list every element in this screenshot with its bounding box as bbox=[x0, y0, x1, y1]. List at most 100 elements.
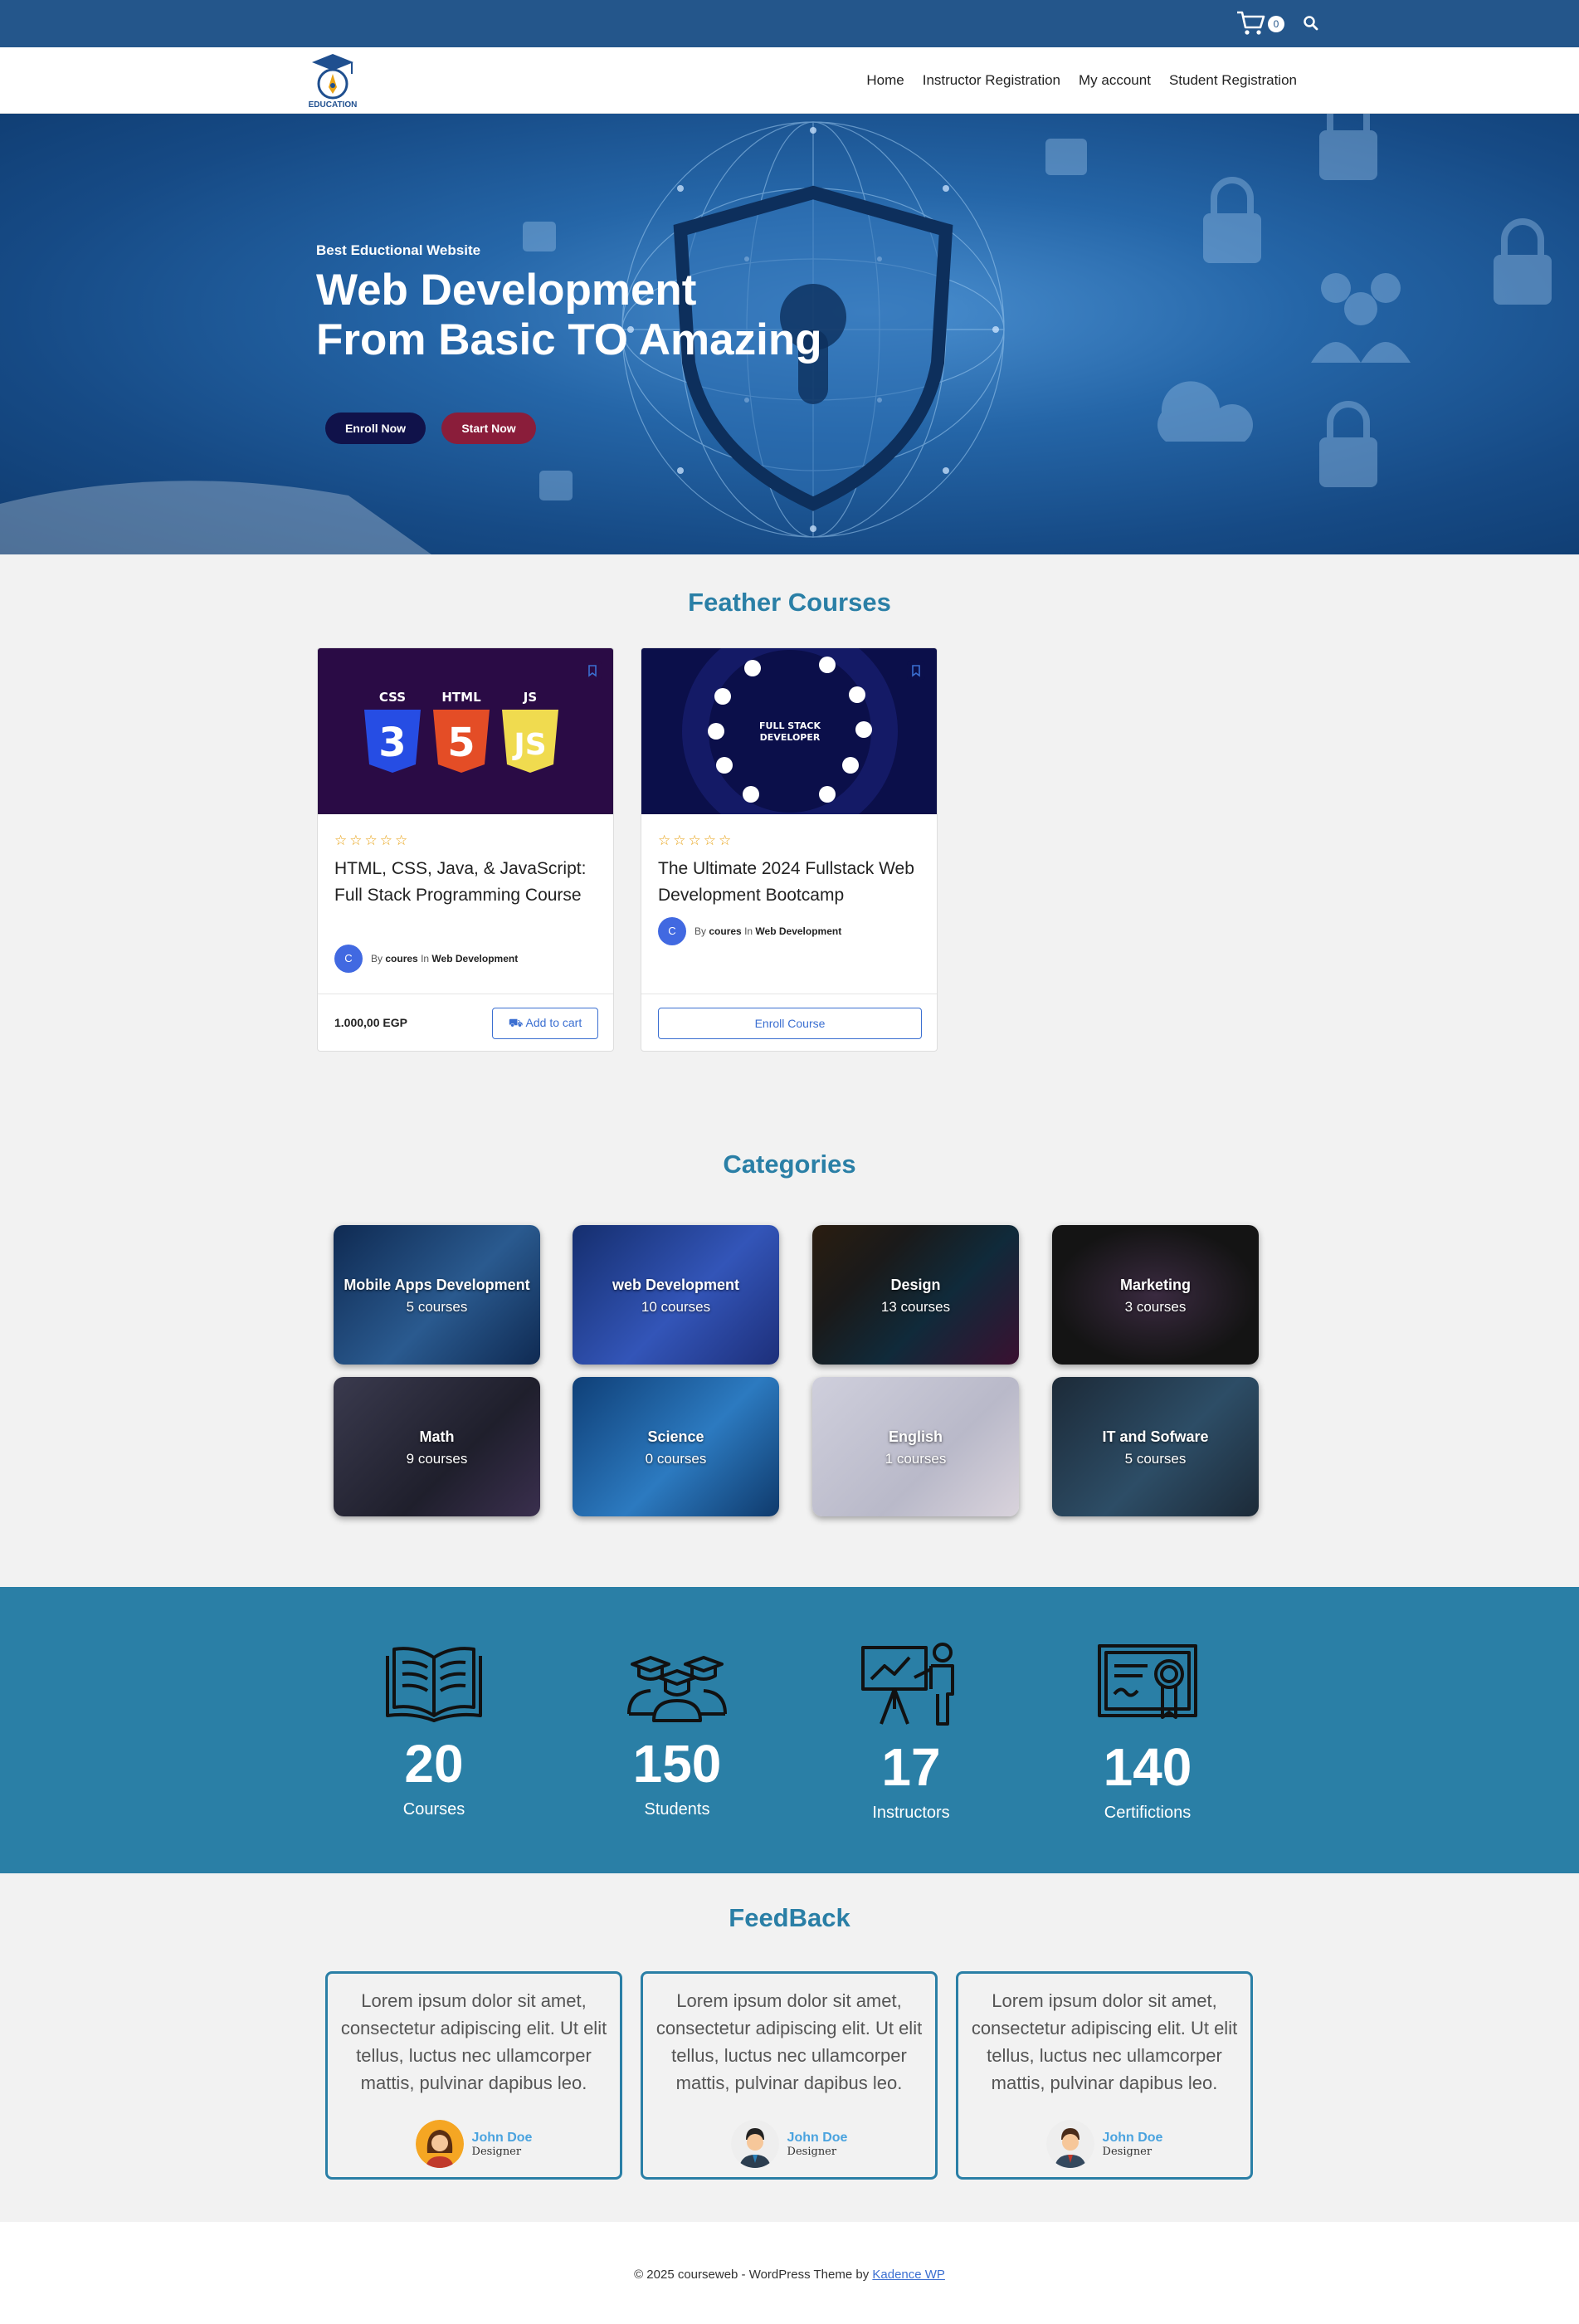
js-label: JS bbox=[523, 690, 537, 705]
category-card-science[interactable]: Science 0 courses bbox=[573, 1377, 779, 1516]
certificate-icon bbox=[1098, 1644, 1197, 1719]
category-count: 13 courses bbox=[880, 1299, 951, 1315]
feedback-section-title: FeedBack bbox=[729, 1903, 850, 1932]
reviewer-name: John Doe bbox=[471, 2130, 533, 2145]
students-icon bbox=[627, 1656, 727, 1722]
courses-section-title: Feather Courses bbox=[688, 588, 891, 617]
category-count: 10 courses bbox=[641, 1299, 711, 1315]
card-footer: 1.000,00 EGP ⛟ Add to cart bbox=[318, 994, 613, 1051]
course-thumbnail[interactable]: FULL STACK DEVELOPER bbox=[641, 648, 938, 814]
course-category-link[interactable]: Web Development bbox=[755, 925, 841, 937]
svg-text:JS: JS bbox=[511, 728, 546, 762]
category-card-math[interactable]: Math 9 courses bbox=[334, 1377, 540, 1516]
site-header: EDUCATION Home Instructor Registration M… bbox=[0, 47, 1579, 114]
feedback-text: Lorem ipsum dolor sit amet, consectetur … bbox=[971, 1990, 1238, 2093]
author-line: By coures In Web Development bbox=[371, 953, 519, 964]
feedback-card: Lorem ipsum dolor sit amet, consectetur … bbox=[641, 1971, 938, 2180]
feedback-text: Lorem ipsum dolor sit amet, consectetur … bbox=[340, 1990, 607, 2093]
css-label: CSS bbox=[379, 690, 406, 705]
footer-text: © 2025 courseweb - WordPress Theme by Ka… bbox=[634, 2268, 945, 2282]
course-author: C By coures In Web Development bbox=[334, 945, 518, 973]
feedback-person: John Doe Designer bbox=[328, 2120, 620, 2168]
category-card-it-software[interactable]: IT and Sofware 5 courses bbox=[1052, 1377, 1259, 1516]
category-card-design[interactable]: Design 13 courses bbox=[812, 1225, 1019, 1365]
feedback-card: Lorem ipsum dolor sit amet, consectetur … bbox=[325, 1971, 622, 2180]
category-count: 0 courses bbox=[645, 1451, 707, 1467]
graduation-logo-icon bbox=[312, 54, 353, 100]
stats-section: 20 Courses 150 Students 17 Instructors 1… bbox=[0, 1587, 1579, 1873]
stat-students: 150 Students bbox=[594, 1641, 760, 1819]
enroll-course-button[interactable]: Enroll Course bbox=[658, 1008, 922, 1039]
top-bar: 0 bbox=[0, 0, 1579, 47]
category-name: Science bbox=[647, 1428, 704, 1445]
author-name[interactable]: coures bbox=[385, 953, 417, 964]
rating-stars: ☆☆☆☆☆ bbox=[334, 832, 411, 848]
avatar bbox=[730, 2120, 779, 2168]
book-icon bbox=[386, 1647, 482, 1722]
category-count: 5 courses bbox=[1124, 1451, 1187, 1467]
reviewer-role: Designer bbox=[471, 2145, 522, 2158]
categories-section-title: Categories bbox=[723, 1150, 856, 1179]
avatar: C bbox=[334, 945, 363, 973]
site-footer: © 2025 courseweb - WordPress Theme by Ka… bbox=[0, 2222, 1579, 2324]
add-to-cart-button[interactable]: ⛟ Add to cart bbox=[492, 1008, 598, 1039]
feedback-text: Lorem ipsum dolor sit amet, consectetur … bbox=[655, 1990, 923, 2093]
category-name: IT and Sofware bbox=[1102, 1428, 1209, 1445]
enroll-now-button[interactable]: Enroll Now bbox=[325, 413, 426, 444]
thumb-label-1: FULL STACK bbox=[759, 720, 821, 731]
nav-home[interactable]: Home bbox=[866, 72, 904, 89]
course-thumbnail[interactable]: CSS HTML JS 3 5 JS bbox=[318, 648, 614, 814]
reviewer-role: Designer bbox=[1102, 2145, 1153, 2158]
hero-subtitle: Best Eductional Website bbox=[316, 242, 481, 258]
course-category-link[interactable]: Web Development bbox=[431, 953, 518, 964]
cart-button[interactable]: 0 bbox=[1236, 10, 1288, 37]
category-card-marketing[interactable]: Marketing 3 courses bbox=[1052, 1225, 1259, 1365]
category-name: English bbox=[888, 1428, 943, 1445]
stat-courses: 20 Courses bbox=[351, 1641, 517, 1819]
nav-my-account[interactable]: My account bbox=[1079, 72, 1151, 89]
course-title[interactable]: HTML, CSS, Java, & JavaScript: Full Stac… bbox=[334, 856, 600, 909]
rating-stars: ☆☆☆☆☆ bbox=[658, 832, 734, 848]
avatar: C bbox=[658, 917, 686, 945]
course-price: 1.000,00 EGP bbox=[334, 1016, 407, 1029]
course-card[interactable]: FULL STACK DEVELOPER ☆☆☆☆☆ The Ultimate … bbox=[641, 647, 938, 1052]
bookmark-icon[interactable] bbox=[907, 662, 925, 680]
feedback-person: John Doe Designer bbox=[643, 2120, 935, 2168]
bookmark-icon[interactable] bbox=[583, 662, 602, 680]
stat-certifications: 140 Certifictions bbox=[1065, 1641, 1231, 1823]
hero-title: Web Development From Basic TO Amazing bbox=[316, 266, 1063, 365]
category-count: 3 courses bbox=[1124, 1299, 1187, 1315]
stat-number: 140 bbox=[1103, 1737, 1192, 1797]
svg-text:3: 3 bbox=[378, 720, 406, 766]
hero-banner: Best Eductional Website Web Development … bbox=[0, 114, 1579, 554]
cart-count-badge: 0 bbox=[1268, 16, 1284, 32]
kadence-link[interactable]: Kadence WP bbox=[872, 2268, 945, 2282]
course-card[interactable]: CSS HTML JS 3 5 JS ☆☆☆☆☆ HTML, CSS, Java… bbox=[317, 647, 614, 1052]
category-name: web Development bbox=[612, 1277, 740, 1293]
stat-number: 150 bbox=[632, 1734, 722, 1794]
course-author: C By coures In Web Development bbox=[658, 917, 841, 945]
hero-title-line1: Web Development bbox=[316, 266, 697, 315]
site-logo[interactable]: EDUCATION bbox=[305, 52, 360, 110]
stat-label: Students bbox=[644, 1800, 710, 1819]
reviewer-name: John Doe bbox=[787, 2130, 848, 2145]
category-card-english[interactable]: English 1 courses bbox=[812, 1377, 1019, 1516]
category-name: Math bbox=[419, 1428, 455, 1445]
nav-student-registration[interactable]: Student Registration bbox=[1169, 72, 1297, 89]
feedback-person: John Doe Designer bbox=[958, 2120, 1250, 2168]
cart-small-icon: ⛟ bbox=[508, 1015, 526, 1029]
instructor-icon bbox=[861, 1643, 954, 1726]
stat-label: Certifictions bbox=[1104, 1804, 1192, 1822]
logo-text: EDUCATION bbox=[308, 100, 358, 110]
search-icon[interactable] bbox=[1303, 15, 1319, 32]
category-card-web-development[interactable]: web Development 10 courses bbox=[573, 1225, 779, 1365]
reviewer-name: John Doe bbox=[1102, 2130, 1163, 2145]
reviewer-role: Designer bbox=[787, 2145, 837, 2158]
author-name[interactable]: coures bbox=[709, 925, 741, 937]
start-now-button[interactable]: Start Now bbox=[441, 413, 536, 444]
avatar bbox=[415, 2120, 464, 2168]
category-count: 9 courses bbox=[406, 1451, 468, 1467]
nav-instructor-registration[interactable]: Instructor Registration bbox=[923, 72, 1060, 89]
category-card-mobile-apps[interactable]: Mobile Apps Development 5 courses bbox=[334, 1225, 540, 1365]
course-title[interactable]: The Ultimate 2024 Fullstack Web Developm… bbox=[658, 856, 924, 909]
